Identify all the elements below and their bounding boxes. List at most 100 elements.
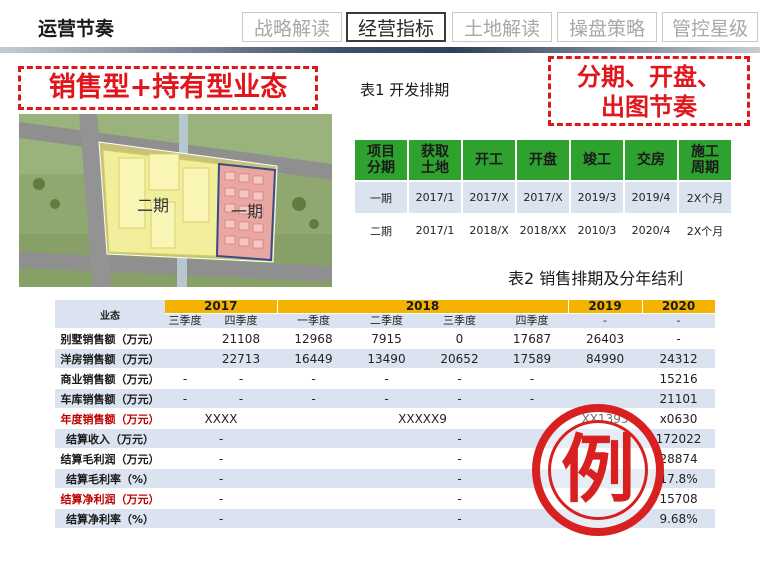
table-row: 一期 2017/1 2017/X 2017/X 2019/3 2019/4 2X… — [355, 182, 731, 213]
site-plan-image: 二期 一期 — [19, 114, 332, 287]
row-label: 结算毛利润（万元） — [55, 448, 165, 469]
year-2018: 2018 — [277, 300, 569, 314]
table1-header-cell: 开盘 — [517, 140, 569, 180]
row-label: 结算毛利率（%） — [55, 468, 165, 489]
table-cell: - — [277, 388, 350, 409]
table-cell: - — [277, 368, 350, 389]
callout-rhythm-line1: 分期、开盘、 — [577, 63, 721, 91]
table-row: 商业销售额（万元） - - - - - - 15216 — [55, 368, 716, 389]
table-cell — [165, 328, 205, 349]
table1-header-cell: 交房 — [625, 140, 677, 180]
table-cell: - — [205, 388, 277, 409]
callout-rhythm-line2: 出图节奏 — [601, 93, 697, 121]
quarter-cell: - — [568, 313, 643, 329]
header-divider — [0, 47, 760, 53]
table1-header-cell: 获取 土地 — [409, 140, 461, 180]
table-cell: 2019/3 — [571, 182, 623, 213]
row-label: 结算收入（万元） — [55, 428, 165, 449]
table-cell: - — [165, 508, 277, 529]
table2-caption: 表2 销售排期及分年结利 — [508, 269, 684, 288]
table1-header-cell: 竣工 — [571, 140, 623, 180]
table-cell: 0 — [423, 328, 496, 349]
table-cell: 2019/4 — [625, 182, 677, 213]
table-cell — [568, 368, 643, 389]
quarter-cell: 四季度 — [205, 313, 277, 329]
year-2020: 2020 — [642, 300, 716, 314]
quarter-cell: 二季度 — [350, 313, 423, 329]
row-label: 结算净利润（万元） — [55, 488, 165, 509]
tab-operation-strategy[interactable]: 操盘策略 — [557, 12, 657, 42]
table-cell: 17589 — [496, 348, 569, 369]
table1-header-row: 项目 分期 获取 土地 开工 开盘 竣工 交房 施工 周期 — [355, 140, 731, 180]
phase2-label: 二期 — [137, 196, 170, 215]
table-row: 车库销售额（万元） - - - - - - 21101 — [55, 388, 716, 409]
table-cell: 2X个月 — [679, 182, 731, 213]
table-cell: 15216 — [642, 368, 716, 389]
table-cell: - — [165, 368, 205, 389]
table-cell: - — [165, 428, 277, 449]
table1-header-cell: 项目 分期 — [355, 140, 407, 180]
table-cell: 21101 — [642, 388, 716, 409]
table-row: 别墅销售额（万元） 21108 12968 7915 0 17687 26403… — [55, 328, 716, 349]
table-cell: 24312 — [642, 348, 716, 369]
row-label: 洋房销售额（万元） — [55, 348, 165, 369]
row-label: 年度销售额（万元） — [55, 408, 165, 429]
table-cell: - — [423, 388, 496, 409]
table-cell: 2017/1 — [409, 182, 461, 213]
table-cell: - — [165, 468, 277, 489]
table-cell: 13490 — [350, 348, 423, 369]
table-cell: 16449 — [277, 348, 350, 369]
quarter-cell: 三季度 — [165, 313, 205, 329]
table-cell: 26403 — [568, 328, 643, 349]
table-row: 洋房销售额（万元） 22713 16449 13490 20652 17589 … — [55, 348, 716, 369]
table-cell: 一期 — [355, 182, 407, 213]
tab-land[interactable]: 土地解读 — [452, 12, 552, 42]
phase1-label: 一期 — [231, 202, 264, 221]
table-cell: 二期 — [355, 215, 407, 246]
tab-control-rating[interactable]: 管控星级 — [662, 12, 758, 42]
table1-header-cell: 开工 — [463, 140, 515, 180]
row-label: 车库销售额（万元） — [55, 388, 165, 409]
table-cell: 84990 — [568, 348, 643, 369]
table-cell: 17687 — [496, 328, 569, 349]
table-row: 二期 2017/1 2018/X 2018/XX 2010/3 2020/4 2… — [355, 215, 731, 246]
table-cell: - — [205, 368, 277, 389]
table-cell: - — [496, 388, 569, 409]
quarter-cell: 三季度 — [423, 313, 496, 329]
quarter-cell: 一季度 — [277, 313, 350, 329]
table-cell: 21108 — [205, 328, 277, 349]
table-cell: 20652 — [423, 348, 496, 369]
tab-operating-metrics[interactable]: 经营指标 — [346, 12, 446, 42]
table-cell: 22713 — [205, 348, 277, 369]
table-cell: 7915 — [350, 328, 423, 349]
table-cell: 2017/1 — [409, 215, 461, 246]
row-label: 别墅销售额（万元） — [55, 328, 165, 349]
example-stamp: 例 — [532, 404, 664, 536]
table-cell: 2017/X — [517, 182, 569, 213]
callout-rhythm: 分期、开盘、 出图节奏 — [548, 56, 750, 126]
table-cell: - — [350, 368, 423, 389]
development-schedule-table: 项目 分期 获取 土地 开工 开盘 竣工 交房 施工 周期 一期 2017/1 201… — [353, 138, 733, 248]
table-cell: 2020/4 — [625, 215, 677, 246]
page-title: 运营节奏 — [38, 18, 115, 40]
row-label: 商业销售额（万元） — [55, 368, 165, 389]
table-cell: - — [165, 448, 277, 469]
row-label: 结算净利率（%） — [55, 508, 165, 529]
quarter-cell: 四季度 — [496, 313, 569, 329]
table-cell: - — [165, 488, 277, 509]
table-cell: 2018/XX — [517, 215, 569, 246]
stamp-text: 例 — [561, 427, 635, 513]
table1-header-cell: 施工 周期 — [679, 140, 731, 180]
year-2019: 2019 — [568, 300, 643, 314]
table-cell: 2018/X — [463, 215, 515, 246]
table-cell: - — [165, 388, 205, 409]
table-cell: - — [350, 388, 423, 409]
table-cell: XXXXX9 — [277, 408, 569, 429]
table-cell — [165, 348, 205, 369]
table-cell: 2010/3 — [571, 215, 623, 246]
tab-strategy[interactable]: 战略解读 — [242, 12, 342, 42]
table-cell: XXXX — [165, 408, 277, 429]
table-cell: - — [496, 368, 569, 389]
corner-label: 业态 — [55, 300, 165, 329]
table1-caption: 表1 开发排期 — [360, 81, 450, 99]
